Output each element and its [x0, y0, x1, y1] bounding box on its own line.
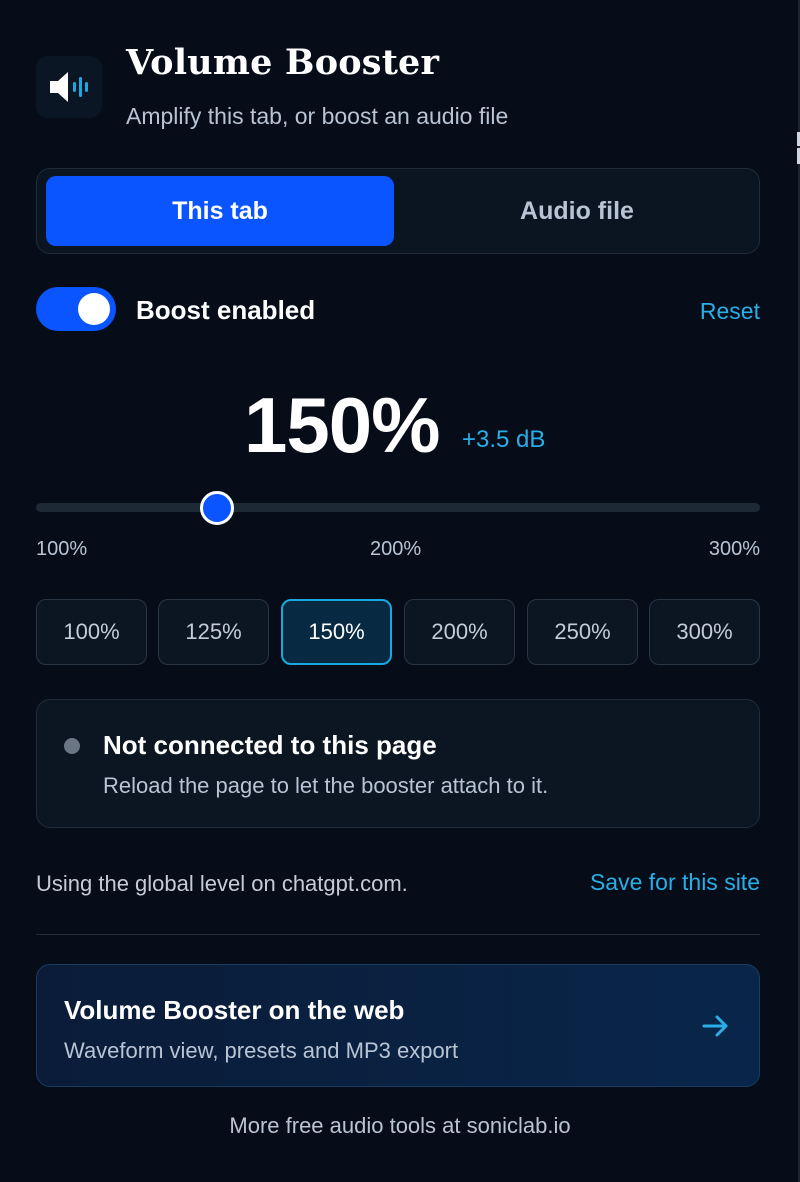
status-description: Reload the page to let the booster attac…	[103, 773, 549, 798]
volume-booster-popup: Volume Booster Amplify this tab, or boos…	[0, 0, 800, 1182]
save-for-site-button[interactable]: Save for this site	[590, 869, 760, 896]
status-title: Not connected to this page	[103, 730, 437, 760]
divider	[36, 934, 760, 935]
mode-tabs: This tab Audio file	[36, 168, 760, 254]
slider-tick-mid: 200%	[370, 538, 422, 560]
preset-100-button[interactable]: 100%	[36, 599, 147, 665]
tab-this-tab[interactable]: This tab	[46, 176, 394, 246]
volume-level-value: 150%	[244, 381, 440, 469]
reset-button[interactable]: Reset	[700, 298, 760, 325]
app-title: Volume Booster	[126, 42, 440, 83]
preset-250-button[interactable]: 250%	[527, 599, 638, 665]
preset-300-button[interactable]: 300%	[649, 599, 760, 665]
site-level-text: Using the global level on chatgpt.com.	[36, 871, 408, 896]
boost-toggle[interactable]	[36, 287, 116, 331]
web-promo-card[interactable]: Volume Booster on the web Waveform view,…	[36, 964, 760, 1087]
preset-buttons: 100% 125% 150% 200% 250% 300%	[36, 599, 760, 665]
arrow-right-icon	[702, 1015, 728, 1037]
app-subtitle: Amplify this tab, or boost an audio file	[126, 103, 509, 129]
status-dot-icon	[64, 738, 80, 754]
speaker-wave-icon	[36, 56, 102, 118]
boost-enabled-label: Boost enabled	[136, 295, 316, 325]
promo-title: Volume Booster on the web	[64, 995, 405, 1025]
volume-slider-thumb[interactable]	[200, 491, 234, 525]
slider-tick-min: 100%	[36, 538, 88, 560]
preset-125-button[interactable]: 125%	[158, 599, 269, 665]
volume-slider-track[interactable]	[36, 503, 760, 512]
promo-description: Waveform view, presets and MP3 export	[64, 1038, 459, 1063]
connection-status-card: Not connected to this page Reload the pa…	[36, 699, 760, 828]
gain-db-value: +3.5 dB	[462, 426, 546, 453]
footer-link[interactable]: More free audio tools at soniclab.io	[0, 1113, 800, 1139]
preset-200-button[interactable]: 200%	[404, 599, 515, 665]
preset-150-button[interactable]: 150%	[281, 599, 392, 665]
tab-audio-file[interactable]: Audio file	[403, 176, 751, 246]
toggle-knob	[78, 293, 110, 325]
slider-tick-max: 300%	[708, 538, 760, 560]
